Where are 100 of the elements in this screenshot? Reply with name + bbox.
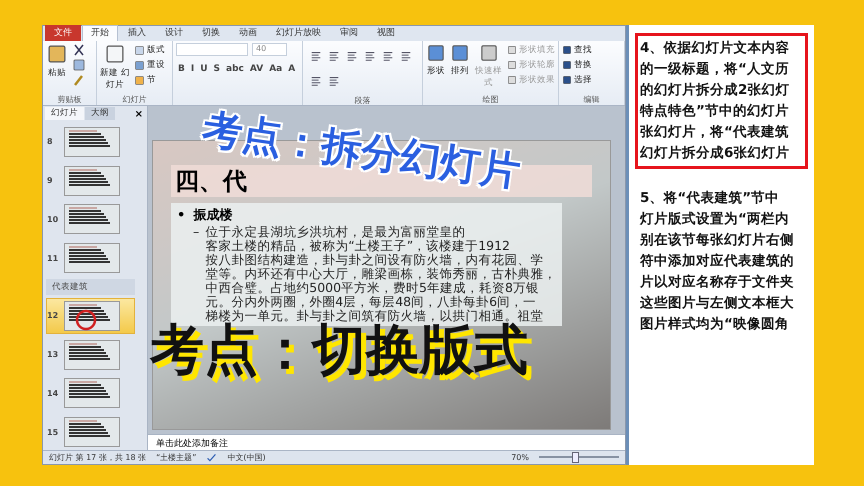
instruction-line: 图片样式均为“映像圆角 — [640, 315, 790, 334]
zoom-percent: 70% — [511, 453, 529, 462]
format-button[interactable]: S — [212, 64, 222, 74]
format-button[interactable]: Aa — [267, 64, 284, 74]
drawing-button[interactable]: 排列 — [450, 43, 470, 77]
format-button[interactable]: U — [198, 64, 210, 74]
body-text-line: 位于永定县湖坑乡洪坑村，是最为富丽堂皇的 — [205, 225, 466, 239]
body-text-line: 元。分内外两圈，外圈4层，每层48间，八卦每卦6间，一 — [205, 295, 538, 309]
instruction-line: 张幻灯片，将“代表建筑 — [640, 123, 790, 142]
group-label: 段落 — [354, 95, 372, 106]
format-button[interactable]: I — [188, 64, 196, 74]
ribbon-tab[interactable]: 文件 — [45, 25, 81, 41]
ribbon-tab[interactable]: 切换 — [193, 25, 229, 41]
slide-number: 8 — [47, 137, 54, 146]
instruction-line: 特点特色”节中的幻灯片 — [640, 102, 790, 121]
slide-thumbnail — [64, 300, 120, 331]
scissors-icon — [72, 43, 86, 57]
font-size-field[interactable]: 40 — [252, 43, 287, 56]
instruction-line: 4、依据幻灯片文本内容 — [640, 39, 790, 58]
ribbon-tab[interactable]: 视图 — [368, 25, 404, 41]
group-label: 剪贴板 — [56, 94, 82, 105]
drawing-button[interactable]: 形状 — [426, 43, 446, 77]
notes-field[interactable]: 单击此处添加备注 — [148, 434, 625, 450]
body-text-line: 堂等。内环还有中心大厅，雕梁画栋，装饰秀丽，古朴典雅， — [205, 267, 556, 281]
instruction-line: 这些图片与左侧文本框大 — [640, 294, 795, 313]
group-label: 幻灯片 — [122, 94, 148, 105]
align-icon — [382, 50, 394, 62]
align-icon — [328, 75, 340, 87]
slide-thumbnail-row[interactable]: 13 — [46, 336, 135, 372]
spellcheck-icon — [206, 452, 218, 463]
group-label: 编辑 — [582, 94, 600, 105]
instruction-line: 的一级标题，将“人文历 — [640, 60, 790, 79]
instruction-line: 符中添加对应代表建筑的 — [640, 252, 795, 271]
slide-thumbnail-row[interactable]: 14 — [46, 376, 135, 412]
slide-thumbnail-row[interactable]: 9 — [46, 162, 135, 198]
paste-button[interactable]: 粘贴 — [46, 43, 68, 79]
language: 中文(中国) — [227, 452, 266, 463]
instruction-line: 5、将“代表建筑”节中 — [640, 189, 780, 208]
slide-count: 幻灯片 第 17 张，共 18 张 — [49, 452, 146, 463]
ribbon-tab[interactable]: 开始 — [82, 25, 118, 41]
slide-thumbnail — [64, 340, 120, 370]
slide-number: 14 — [47, 388, 60, 398]
section-button[interactable]: 节 — [134, 73, 165, 87]
slide-thumbnail-row[interactable]: 15 — [46, 414, 135, 450]
slide-thumbnail — [64, 243, 120, 274]
format-button[interactable]: abc — [224, 64, 246, 74]
section-header[interactable]: 代表建筑 — [46, 279, 135, 295]
editing-button[interactable]: 查找 — [562, 43, 592, 57]
slide-thumbnail-row[interactable]: 11 — [46, 240, 135, 276]
ribbon-tab[interactable]: 动画 — [230, 25, 266, 41]
pane-tab[interactable]: 幻灯片 — [45, 107, 84, 120]
body-text-line: 中西合璧。占地约5000平方米，费时5年建成，耗资8万银 — [205, 281, 540, 295]
slide-number: 13 — [47, 350, 60, 360]
caption-overlay: 考点：切换版式 — [150, 322, 528, 378]
instruction-line: 片以对应名称存于文件夹 — [640, 273, 795, 292]
format-button[interactable]: AV — [248, 64, 266, 74]
ribbon-tab[interactable]: 审阅 — [331, 25, 367, 41]
align-icon — [328, 50, 340, 62]
slide-number: 10 — [47, 214, 60, 224]
slide-thumbnail-row[interactable]: 10 — [46, 202, 135, 238]
instruction-line: 灯片版式设置为“两栏内 — [640, 210, 790, 229]
ribbon-tab[interactable]: 设计 — [156, 25, 192, 41]
group-label: 绘图 — [482, 94, 500, 105]
body-text-line: 客家土楼的精品，被称为“土楼王子”，该楼建于1912 — [205, 239, 512, 253]
align-icon — [310, 75, 322, 87]
new-slide-button[interactable]: 新建 幻灯片 — [100, 43, 130, 91]
body-text-line: 梯楼为一单元。卦与卦之间筑有防火墙，以拱门相通。祖堂 — [205, 309, 544, 323]
format-button[interactable]: B — [176, 64, 187, 74]
font-name-field[interactable] — [176, 43, 248, 56]
layout-button[interactable]: 版式 — [134, 43, 165, 57]
body-text-line: 按八卦图结构建造，卦与卦之间设有防火墙，内有花园、学 — [205, 253, 544, 267]
dash-mark: – — [193, 225, 200, 241]
ribbon-tab[interactable]: 插入 — [119, 25, 155, 41]
slide-number: 9 — [47, 176, 54, 186]
slide-number: 11 — [47, 254, 60, 263]
editing-button[interactable]: 替换 — [562, 58, 592, 72]
slide-title: 四、代 — [175, 166, 247, 197]
theme-name: “土楼主题” — [156, 452, 196, 463]
instruction-line: 别在该节每张幻灯片右侧 — [640, 231, 795, 250]
bullet-mark: • — [177, 208, 186, 222]
slide-thumbnail — [64, 417, 120, 448]
zoom-thumb[interactable] — [572, 452, 579, 463]
editing-button[interactable]: 选择 — [562, 73, 592, 87]
reset-button[interactable]: 重设 — [134, 58, 165, 72]
align-icon — [346, 50, 358, 62]
slide-thumbnail — [64, 378, 120, 408]
close-button[interactable]: × — [130, 109, 147, 120]
slide-thumbnail-row[interactable]: 12 — [46, 298, 135, 334]
format-button[interactable]: A — [286, 64, 298, 74]
slide-thumbnail — [64, 204, 120, 234]
align-icon — [310, 50, 322, 62]
pane-tab[interactable]: 大纲 — [85, 107, 115, 120]
bullet-heading: 振成楼 — [193, 207, 232, 224]
ribbon-tab[interactable]: 幻灯片放映 — [267, 25, 330, 41]
slide-number: 15 — [47, 428, 60, 437]
instruction-line: 幻灯片拆分成6张幻灯片 — [640, 144, 790, 163]
slide-number: 12 — [47, 311, 60, 320]
slide-thumbnail-row[interactable]: 8 — [46, 124, 135, 160]
slide-thumbnail — [64, 126, 120, 157]
slide-thumbnail — [64, 166, 120, 196]
